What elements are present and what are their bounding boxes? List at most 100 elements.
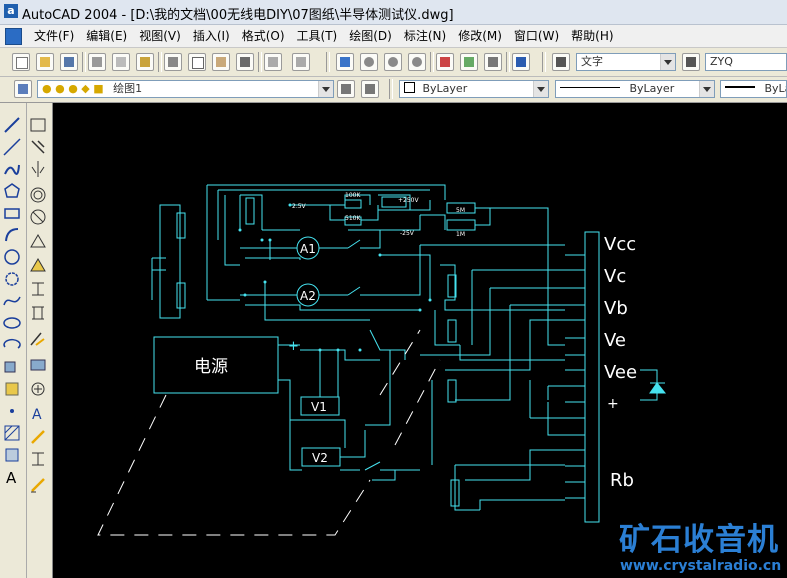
terminal-label-vb: Vb — [604, 298, 628, 319]
print-icon[interactable] — [88, 53, 106, 71]
pan-icon[interactable] — [336, 53, 354, 71]
fillet-icon[interactable] — [28, 427, 48, 447]
break-icon[interactable] — [28, 379, 48, 399]
plot-preview-icon[interactable] — [112, 53, 130, 71]
v2-label: V2 — [312, 451, 328, 465]
make-block-icon[interactable] — [2, 379, 22, 399]
color-select[interactable]: ByLayer — [399, 80, 549, 98]
arc-icon[interactable] — [2, 225, 22, 245]
help-icon[interactable] — [512, 53, 530, 71]
label-minus-25v: -25V — [400, 230, 415, 237]
terminal-label-vc: Vc — [604, 266, 626, 287]
mirror-icon[interactable] — [28, 159, 48, 179]
menu-draw[interactable]: 绘图(D) — [343, 28, 398, 44]
ellipse-icon[interactable] — [2, 313, 22, 333]
label-2-5v: 2.5V — [292, 203, 307, 210]
terminal-label-vee: Vee — [604, 362, 637, 383]
ellipse-arc-icon[interactable] — [2, 335, 22, 355]
spline-icon[interactable] — [2, 291, 22, 311]
hatch-icon[interactable] — [2, 423, 22, 443]
terminal-label-plus: + — [607, 396, 619, 412]
layer-previous-icon[interactable] — [361, 80, 379, 98]
scale-icon[interactable] — [28, 279, 48, 299]
paste-icon[interactable] — [212, 53, 230, 71]
dim-style-select[interactable]: ZYQ — [705, 53, 787, 71]
junction-dots — [238, 203, 432, 352]
zoom-window-icon[interactable] — [384, 53, 402, 71]
menu-tools[interactable]: 工具(T) — [291, 28, 344, 44]
terminal-label-ve: Ve — [604, 330, 626, 351]
a1-label: A1 — [300, 242, 316, 256]
construction-line-icon[interactable] — [2, 137, 22, 157]
label-510k: 510K — [345, 215, 361, 222]
text-style-select[interactable]: 文字 — [576, 53, 676, 71]
watermark-logo: 矿石收音机 — [619, 522, 779, 558]
polygon-icon[interactable] — [2, 181, 22, 201]
extend-icon[interactable] — [28, 355, 48, 375]
multiline-text-icon[interactable]: A — [2, 467, 22, 487]
dim-style-icon[interactable] — [682, 53, 700, 71]
menu-dimension[interactable]: 标注(N) — [398, 28, 452, 44]
match-properties-icon[interactable] — [236, 53, 254, 71]
zoom-realtime-icon[interactable] — [360, 53, 378, 71]
circuit-drawing: 电源 + A1 A2 V1 V2 Vcc Vc Vb Ve Vee + Rb 2… — [97, 184, 667, 536]
menu-window[interactable]: 窗口(W) — [508, 28, 565, 44]
open-icon[interactable] — [36, 53, 54, 71]
a2-label: A2 — [300, 289, 316, 303]
stretch-icon[interactable] — [28, 303, 48, 323]
label-250v: +250V — [398, 197, 419, 204]
edit-text-icon[interactable] — [28, 475, 48, 495]
zoom-previous-icon[interactable] — [408, 53, 426, 71]
trim-icon[interactable] — [28, 329, 48, 349]
properties-icon[interactable] — [436, 53, 454, 71]
copy-icon[interactable] — [188, 53, 206, 71]
array-icon[interactable] — [28, 207, 48, 227]
layer-select[interactable]: ● ● ● ◆ ■ 绘图1 — [37, 80, 334, 98]
design-center-icon[interactable] — [460, 53, 478, 71]
move-icon[interactable] — [28, 231, 48, 251]
drawing-labels: 电源 + A1 A2 V1 V2 Vcc Vc Vb Ve Vee + Rb 2… — [194, 192, 637, 491]
autocad-a-icon[interactable]: a — [4, 4, 18, 18]
revision-cloud-icon[interactable] — [2, 269, 22, 289]
lineweight-select[interactable]: ByLa — [720, 80, 787, 98]
make-object-layer-current-icon[interactable] — [337, 80, 355, 98]
cut-icon[interactable] — [164, 53, 182, 71]
svg-text:A: A — [32, 407, 42, 423]
text-style-icon[interactable] — [552, 53, 570, 71]
menu-insert[interactable]: 插入(I) — [187, 28, 236, 44]
circle-icon[interactable] — [2, 247, 22, 267]
insert-block-icon[interactable] — [2, 357, 22, 377]
tool-palettes-icon[interactable] — [484, 53, 502, 71]
drawing-canvas[interactable]: 电源 + A1 A2 V1 V2 Vcc Vc Vb Ve Vee + Rb 2… — [53, 103, 787, 578]
region-icon[interactable] — [2, 445, 22, 465]
dashed-outline — [97, 329, 441, 536]
linetype-select[interactable]: ByLayer — [555, 80, 715, 98]
v1-label: V1 — [311, 400, 327, 414]
new-icon[interactable] — [12, 53, 30, 71]
current-layer-name: 绘图1 — [113, 82, 143, 95]
chamfer-icon[interactable]: A — [28, 403, 48, 423]
layer-manager-icon[interactable] — [14, 80, 32, 98]
copy-object-icon[interactable] — [28, 137, 48, 157]
rectangle-icon[interactable] — [2, 203, 22, 223]
menu-format[interactable]: 格式(O) — [236, 28, 291, 44]
watermark-url: www.crystalradio.cn — [620, 558, 782, 574]
menu-modify[interactable]: 修改(M) — [452, 28, 508, 44]
menu-edit[interactable]: 编辑(E) — [80, 28, 133, 44]
erase-icon[interactable] — [28, 115, 48, 135]
polyline-icon[interactable] — [2, 159, 22, 179]
save-icon[interactable] — [60, 53, 78, 71]
menu-help[interactable]: 帮助(H) — [565, 28, 619, 44]
rotate-icon[interactable] — [28, 255, 48, 275]
line-icon[interactable] — [2, 115, 22, 135]
explode-icon[interactable] — [28, 449, 48, 469]
redo-icon[interactable] — [292, 53, 310, 71]
publish-icon[interactable] — [136, 53, 154, 71]
offset-icon[interactable] — [28, 185, 48, 205]
undo-icon[interactable] — [264, 53, 282, 71]
svg-text:A: A — [6, 469, 17, 487]
menu-view[interactable]: 视图(V) — [133, 28, 187, 44]
menu-file[interactable]: 文件(F) — [28, 28, 80, 44]
point-icon[interactable] — [2, 401, 22, 421]
document-menu-icon[interactable] — [5, 28, 22, 45]
